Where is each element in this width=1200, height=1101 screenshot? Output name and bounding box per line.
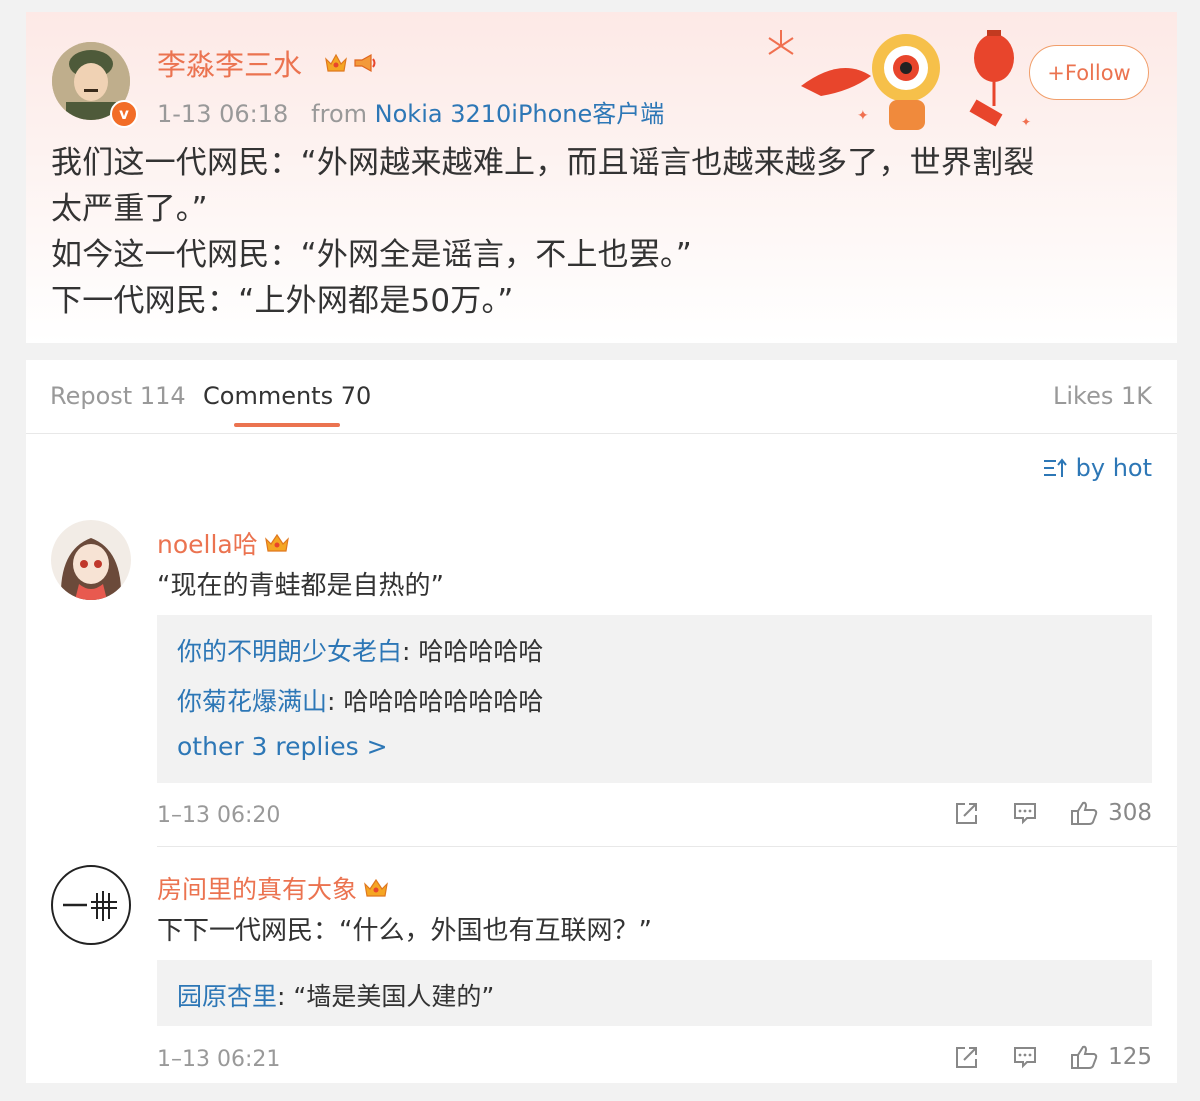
reply-line: 园原杏里: “墙是美国人建的”: [177, 977, 494, 1013]
verified-badge: v: [110, 100, 138, 128]
share-icon[interactable]: [954, 1044, 980, 1070]
active-tab-indicator: [234, 423, 340, 427]
verified-badge-text: v: [119, 105, 129, 123]
reply-author[interactable]: 你的不明朗少女老白: [177, 637, 402, 666]
post-source[interactable]: Nokia 3210iPhone客户端: [375, 100, 665, 128]
like-button[interactable]: 308: [1070, 800, 1152, 826]
reply-text: : “墙是美国人建的”: [277, 982, 495, 1011]
comment-icon[interactable]: [1012, 800, 1038, 826]
comment-author-name[interactable]: noella哈: [157, 525, 258, 561]
comment-actions: 125: [954, 1044, 1152, 1070]
svg-text:✦: ✦: [857, 108, 869, 124]
reply-line: 你的不明朗少女老白: 哈哈哈哈哈: [177, 632, 543, 668]
comment-time: 1–13 06:21: [157, 1047, 281, 1072]
author-name[interactable]: 李淼李三水: [157, 42, 302, 84]
reply-text: : 哈哈哈哈哈: [402, 637, 544, 666]
thumbs-up-icon: [1071, 1045, 1098, 1069]
comment-text: “现在的青蛙都是自热的”: [157, 571, 444, 601]
comment-avatar[interactable]: [51, 520, 131, 600]
comment-icon[interactable]: [1012, 1044, 1038, 1070]
more-replies-link[interactable]: other 3 replies >: [177, 732, 388, 761]
comment-author[interactable]: noella哈: [157, 525, 290, 561]
crown-badge-icon: [264, 533, 289, 552]
sort-icon: [1043, 458, 1067, 477]
tab-likes[interactable]: Likes 1K: [1053, 382, 1152, 410]
crown-badge-icon: [325, 53, 347, 72]
post-text-line: 如今这一代网民：“外网全是谣言，不上也罢。”: [51, 237, 693, 273]
like-button[interactable]: 125: [1070, 1044, 1152, 1070]
comment-text: 下下一代网民：“什么，外国也有互联网？”: [157, 916, 652, 946]
post-from-label: from: [311, 100, 368, 128]
svg-text:✦: ✦: [1021, 115, 1031, 129]
like-count: 308: [1108, 800, 1152, 826]
comment-divider: [157, 846, 1177, 847]
comment-actions: 308: [954, 800, 1152, 826]
follow-label: +Follow: [1047, 60, 1131, 85]
sort-button[interactable]: by hot: [1042, 454, 1152, 482]
reply-box: 园原杏里: “墙是美国人建的”: [157, 960, 1152, 1026]
comment-avatar[interactable]: [51, 865, 131, 945]
megaphone-badge-icon: [354, 53, 376, 73]
author-badges: [324, 52, 378, 74]
reply-author[interactable]: 园原杏里: [177, 982, 277, 1011]
tabs-divider: [26, 433, 1177, 434]
new-year-tiger-decoration: ✦ ✦: [761, 16, 1031, 136]
reply-author[interactable]: 你菊花爆满山: [177, 687, 327, 716]
share-icon[interactable]: [954, 800, 980, 826]
reply-box: 你的不明朗少女老白: 哈哈哈哈哈 你菊花爆满山: 哈哈哈哈哈哈哈哈 other …: [157, 615, 1152, 783]
thumbs-up-icon: [1071, 801, 1098, 825]
tab-comments[interactable]: Comments 70: [203, 382, 371, 410]
tab-repost[interactable]: Repost 114: [50, 382, 186, 410]
crown-badge-icon: [364, 878, 388, 897]
post-text-line: 我们这一代网民：“外网越来越难上，而且谣言也越来越多了，世界割裂: [51, 145, 1035, 181]
post-text-line: 太严重了。”: [51, 191, 208, 227]
post-meta: 1-13 06:18 from Nokia 3210iPhone客户端: [157, 94, 664, 129]
reply-line: 你菊花爆满山: 哈哈哈哈哈哈哈哈: [177, 682, 543, 718]
sort-label: by hot: [1075, 454, 1152, 482]
like-count: 125: [1108, 1044, 1152, 1070]
reply-text: : 哈哈哈哈哈哈哈哈: [327, 687, 544, 716]
comment-author[interactable]: 房间里的真有大象: [157, 870, 389, 906]
post-text: 我们这一代网民：“外网越来越难上，而且谣言也越来越多了，世界割裂 太严重了。” …: [51, 140, 1146, 324]
comment-author-name[interactable]: 房间里的真有大象: [157, 870, 357, 906]
post-time: 1-13 06:18: [157, 100, 289, 128]
follow-button[interactable]: +Follow: [1029, 45, 1149, 100]
post-card: v 李淼李三水 1-13 06:18 from Nokia 3210iPhone…: [26, 12, 1177, 343]
post-text-line: 下一代网民：“上外网都是50万。”: [51, 283, 514, 319]
comment-time: 1–13 06:20: [157, 803, 281, 828]
comments-card: Repost 114 Comments 70 Likes 1K by hot n…: [26, 360, 1177, 1083]
